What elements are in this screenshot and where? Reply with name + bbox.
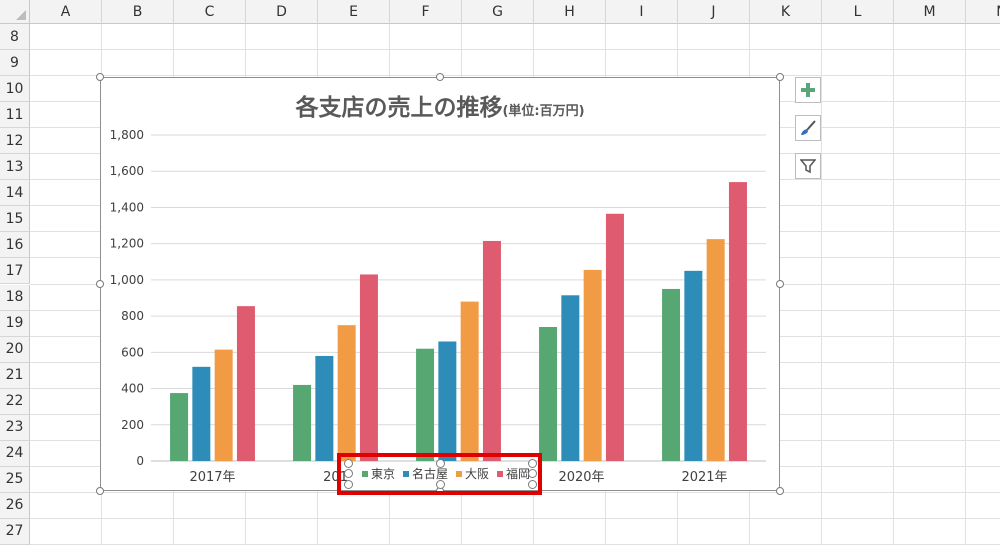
row-header-22[interactable]: 22	[0, 388, 30, 415]
column-header-f[interactable]: F	[390, 0, 462, 24]
bar-福岡-2018年	[359, 274, 378, 461]
column-header-a[interactable]: A	[30, 0, 102, 24]
row-header-27[interactable]: 27	[0, 518, 30, 545]
row-header-24[interactable]: 24	[0, 440, 30, 467]
row-header-10[interactable]: 10	[0, 76, 30, 103]
row-header-23[interactable]: 23	[0, 414, 30, 441]
y-tick-label: 200	[121, 418, 144, 432]
chart-elements-button[interactable]	[795, 77, 821, 103]
row-gridline	[30, 49, 1000, 51]
plus-icon	[801, 83, 815, 97]
y-tick-label: 1,800	[110, 128, 144, 142]
row-header-12[interactable]: 12	[0, 128, 30, 155]
row-header-9[interactable]: 9	[0, 50, 30, 77]
column-header-e[interactable]: E	[318, 0, 390, 24]
column-header-n[interactable]: N	[966, 0, 1000, 24]
y-tick-label: 800	[121, 309, 144, 323]
x-tick-label: 2020年	[558, 470, 604, 485]
y-tick-label: 600	[121, 345, 144, 359]
row-header-16[interactable]: 16	[0, 232, 30, 259]
bar-大阪-2021年	[706, 239, 725, 461]
bar-福岡-2019年	[482, 240, 501, 461]
row-header-15[interactable]: 15	[0, 206, 30, 233]
column-gridline	[965, 24, 966, 545]
column-header-j[interactable]: J	[678, 0, 750, 24]
row-header-25[interactable]: 25	[0, 466, 30, 493]
column-header-b[interactable]: B	[102, 0, 174, 24]
y-tick-label: 1,600	[110, 164, 144, 178]
resize-handle-top[interactable]	[436, 73, 444, 81]
bar-東京-2018年	[293, 384, 312, 461]
y-tick-label: 0	[136, 454, 144, 468]
bar-名古屋-2021年	[684, 270, 703, 461]
bar-東京-2021年	[662, 288, 681, 461]
plot-area[interactable]: 0 200 400 600 800 1,000 1,200 1,400 1,600 1,800 20…	[101, 78, 781, 492]
brush-icon	[801, 120, 816, 135]
row-header-17[interactable]: 17	[0, 258, 30, 285]
select-all-corner[interactable]	[0, 0, 30, 24]
x-tick-label: 2017年	[189, 470, 235, 485]
y-tick-label: 1,000	[110, 273, 144, 287]
bar-大阪-2018年	[337, 325, 356, 461]
row-header-19[interactable]: 19	[0, 310, 30, 337]
bar-東京-2017年	[170, 393, 189, 461]
bar-大阪-2020年	[583, 269, 602, 461]
row-gridline	[30, 75, 1000, 77]
row-header-13[interactable]: 13	[0, 154, 30, 181]
bar-名古屋-2020年	[561, 295, 580, 461]
resize-handle-top-right[interactable]	[776, 73, 784, 81]
column-header-c[interactable]: C	[174, 0, 246, 24]
resize-handle-bottom-right[interactable]	[776, 487, 784, 495]
column-header-h[interactable]: H	[534, 0, 606, 24]
bar-名古屋-2017年	[192, 366, 211, 461]
x-tick-label: 2021年	[681, 470, 727, 485]
chart-filters-button[interactable]	[795, 153, 821, 179]
column-header-l[interactable]: L	[822, 0, 894, 24]
bar-名古屋-2019年	[438, 341, 457, 461]
row-header-18[interactable]: 18	[0, 284, 30, 311]
legend-highlight-box	[337, 453, 542, 495]
bar-名古屋-2018年	[315, 355, 334, 461]
bar-大阪-2017年	[214, 349, 233, 461]
chart-styles-button[interactable]	[795, 115, 821, 141]
bar-福岡-2017年	[236, 306, 255, 461]
y-tick-label: 400	[121, 382, 144, 396]
filter-icon	[800, 159, 816, 174]
column-header-i[interactable]: I	[606, 0, 678, 24]
resize-handle-right[interactable]	[776, 280, 784, 288]
row-header-20[interactable]: 20	[0, 336, 30, 363]
y-tick-label: 1,400	[110, 200, 144, 214]
bar-福岡-2020年	[605, 213, 624, 461]
row-gridline	[30, 517, 1000, 519]
bar-東京-2019年	[416, 348, 435, 461]
row-header-8[interactable]: 8	[0, 24, 30, 51]
column-gridline	[821, 24, 822, 545]
row-header-26[interactable]: 26	[0, 492, 30, 519]
resize-handle-top-left[interactable]	[96, 73, 104, 81]
bar-東京-2020年	[539, 326, 558, 461]
bar-大阪-2019年	[460, 301, 479, 461]
column-header-d[interactable]: D	[246, 0, 318, 24]
column-header-k[interactable]: K	[750, 0, 822, 24]
bar-福岡-2021年	[728, 182, 747, 461]
chart-area[interactable]: 各支店の売上の推移(単位:百万円) 0 200 400 600 800 1,000 1,20…	[100, 77, 780, 491]
row-header-14[interactable]: 14	[0, 180, 30, 207]
row-header-11[interactable]: 11	[0, 102, 30, 129]
column-header-m[interactable]: M	[894, 0, 966, 24]
column-header-g[interactable]: G	[462, 0, 534, 24]
row-header-21[interactable]: 21	[0, 362, 30, 389]
y-tick-label: 1,200	[110, 237, 144, 251]
resize-handle-bottom-left[interactable]	[96, 487, 104, 495]
column-gridline	[893, 24, 894, 545]
resize-handle-left[interactable]	[96, 280, 104, 288]
